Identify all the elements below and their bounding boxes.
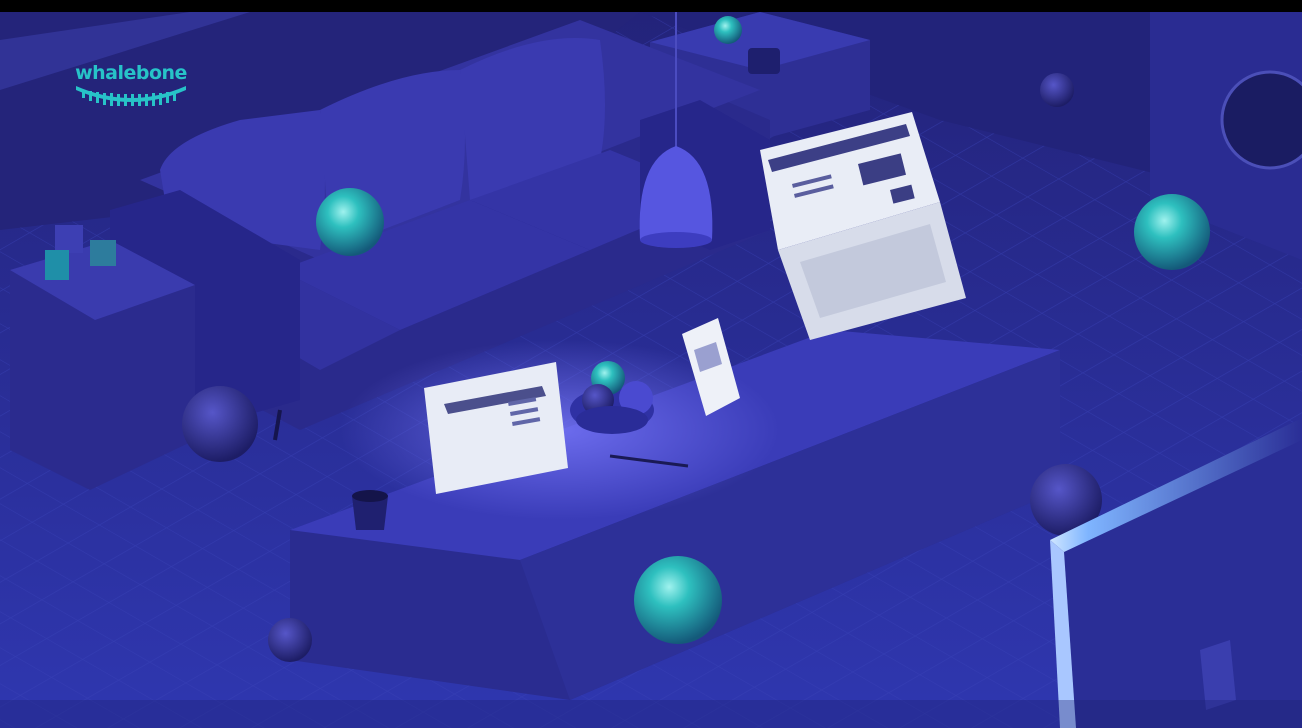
whale-bone-mark-icon	[76, 86, 186, 106]
video-frame: whalebone	[0, 0, 1302, 728]
isometric-room-scene	[0, 0, 1302, 728]
brand-name: whalebone	[75, 62, 187, 84]
whalebone-logo: whalebone	[70, 62, 192, 112]
